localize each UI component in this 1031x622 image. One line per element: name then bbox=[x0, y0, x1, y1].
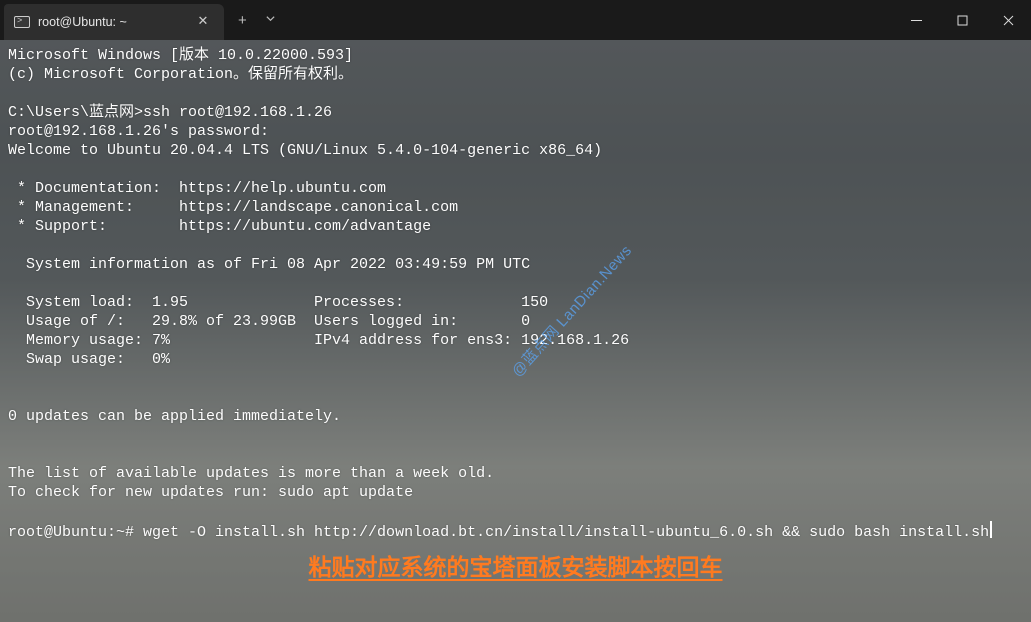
terminal-line: (c) Microsoft Corporation。保留所有权利。 bbox=[8, 66, 353, 83]
tab-controls: + bbox=[224, 0, 276, 40]
terminal-line: System load: 1.95 Processes: 150 bbox=[8, 294, 548, 311]
terminal-line: The list of available updates is more th… bbox=[8, 465, 494, 482]
terminal-line: * Management: https://landscape.canonica… bbox=[8, 199, 458, 216]
terminal-prompt-line: root@Ubuntu:~# wget -O install.sh http:/… bbox=[8, 524, 992, 541]
terminal-line: * Support: https://ubuntu.com/advantage bbox=[8, 218, 431, 235]
terminal-line: root@192.168.1.26's password: bbox=[8, 123, 269, 140]
tab-title: root@Ubuntu: ~ bbox=[38, 15, 186, 29]
terminal-command: root@Ubuntu:~# wget -O install.sh http:/… bbox=[8, 524, 989, 541]
terminal-icon bbox=[14, 16, 30, 28]
terminal-line: 0 updates can be applied immediately. bbox=[8, 408, 341, 425]
window-controls bbox=[893, 0, 1031, 40]
tab-dropdown-button[interactable] bbox=[265, 13, 276, 27]
terminal-line: Usage of /: 29.8% of 23.99GB Users logge… bbox=[8, 313, 530, 330]
terminal-line: Memory usage: 7% IPv4 address for ens3: … bbox=[8, 332, 629, 349]
terminal-tab[interactable]: root@Ubuntu: ~ ✕ bbox=[4, 4, 224, 40]
terminal-line: System information as of Fri 08 Apr 2022… bbox=[8, 256, 530, 273]
close-window-button[interactable] bbox=[985, 0, 1031, 40]
terminal-line: Swap usage: 0% bbox=[8, 351, 170, 368]
maximize-button[interactable] bbox=[939, 0, 985, 40]
cursor-icon bbox=[990, 521, 992, 538]
terminal-window: root@Ubuntu: ~ ✕ + Microsoft Windows [版本… bbox=[0, 0, 1031, 622]
terminal-line: C:\Users\蓝点网>ssh root@192.168.1.26 bbox=[8, 104, 332, 121]
close-tab-button[interactable]: ✕ bbox=[194, 13, 212, 31]
terminal-line: To check for new updates run: sudo apt u… bbox=[8, 484, 413, 501]
terminal-viewport[interactable]: Microsoft Windows [版本 10.0.22000.593] (c… bbox=[0, 40, 1031, 622]
new-tab-button[interactable]: + bbox=[238, 12, 247, 29]
terminal-output: Microsoft Windows [版本 10.0.22000.593] (c… bbox=[8, 46, 1023, 542]
terminal-line: Microsoft Windows [版本 10.0.22000.593] bbox=[8, 47, 353, 64]
terminal-line: Welcome to Ubuntu 20.04.4 LTS (GNU/Linux… bbox=[8, 142, 602, 159]
terminal-line: * Documentation: https://help.ubuntu.com bbox=[8, 180, 386, 197]
titlebar: root@Ubuntu: ~ ✕ + bbox=[0, 0, 1031, 40]
minimize-button[interactable] bbox=[893, 0, 939, 40]
